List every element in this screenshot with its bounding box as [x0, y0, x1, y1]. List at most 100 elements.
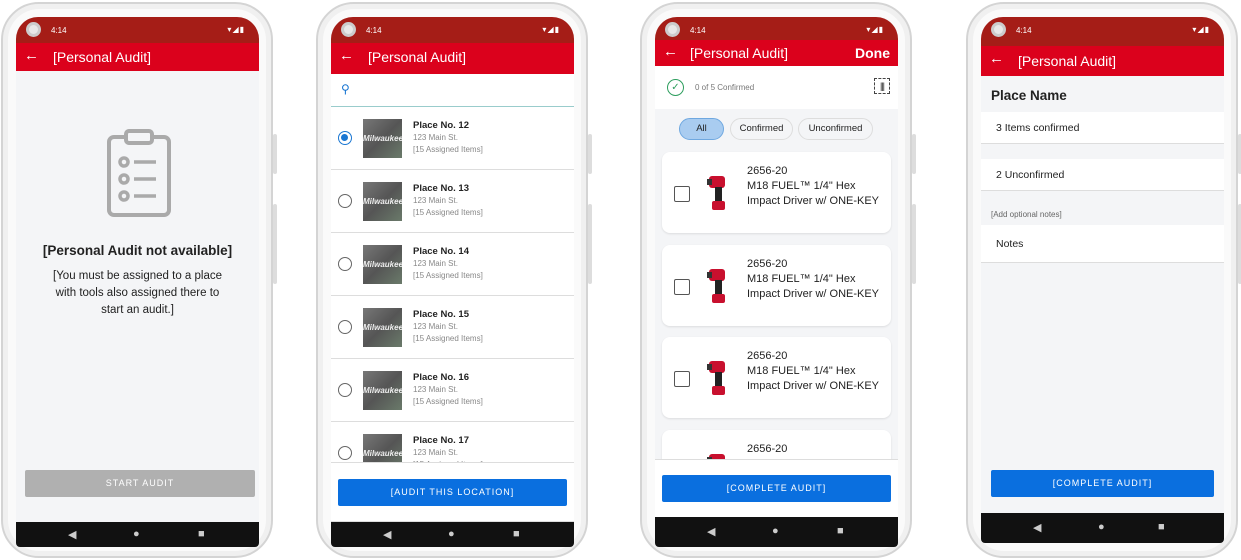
- impact-driver-image: [707, 176, 725, 210]
- search-bar[interactable]: ⚲: [331, 74, 574, 107]
- filter-chips: All Confirmed Unconfirmed: [655, 118, 898, 142]
- done-button[interactable]: Done: [855, 45, 890, 61]
- place-list-item[interactable]: Milwaukee Place No. 13 123 Main St. [15 A…: [331, 170, 574, 233]
- unavailable-heading: [Personal Audit not available]: [42, 243, 233, 258]
- phone-frame-1: 4:14 ▾◢▮ ← [Personal Audit] [Personal Audi…: [1, 2, 277, 558]
- tool-card[interactable]: 2656-20 M18 FUEL™ 1/4" Hex Impact Driver …: [662, 244, 891, 326]
- page-title: [Personal Audit]: [690, 45, 789, 61]
- nav-back-icon[interactable]: ◀: [707, 525, 715, 538]
- app-bar: ← [Personal Audit] Done: [655, 40, 898, 66]
- confirmed-text: 3 Items confirmed: [996, 122, 1080, 134]
- complete-audit-button[interactable]: [COMPLETE AUDIT]: [662, 475, 891, 502]
- notes-field[interactable]: Notes: [981, 225, 1224, 263]
- confirm-checkbox[interactable]: [674, 371, 690, 387]
- search-icon: ⚲: [341, 82, 350, 96]
- place-name: Place No. 15: [413, 309, 469, 320]
- page-title: [Personal Audit]: [368, 49, 467, 65]
- address: 123 Main St.: [413, 322, 458, 331]
- place-name: Place No. 14: [413, 246, 469, 257]
- tool-info: 2656-20 M18 FUEL™ 1/4" Hex Impact Driver …: [747, 257, 882, 302]
- barcode-scan-icon[interactable]: |||: [874, 78, 890, 94]
- message-line: with tools also assigned there to: [55, 287, 220, 299]
- nav-home-icon[interactable]: ●: [133, 528, 140, 540]
- confirmed-summary: 3 Items confirmed: [981, 112, 1224, 144]
- nav-back-icon[interactable]: ◀: [1033, 521, 1041, 534]
- place-name: Place No. 13: [413, 183, 469, 194]
- status-bar: 4:14 ▾◢▮: [16, 17, 259, 43]
- search-input[interactable]: [361, 80, 561, 95]
- android-nav-bar: ◀ ● ■: [981, 513, 1224, 543]
- complete-audit-button[interactable]: [COMPLETE AUDIT]: [991, 470, 1214, 497]
- tool-sku: 2656-20: [747, 350, 788, 362]
- back-arrow-icon[interactable]: ←: [339, 47, 354, 64]
- place-list-item[interactable]: Milwaukee Place No. 12 123 Main St. [15 A…: [331, 107, 574, 170]
- place-list-item[interactable]: Milwaukee Place No. 14 123 Main St. [15 A…: [331, 233, 574, 296]
- tool-sku: 2656-20: [747, 165, 788, 177]
- nav-recents-icon[interactable]: ■: [1158, 521, 1165, 533]
- place-radio[interactable]: [338, 257, 352, 271]
- camera-icon: [341, 22, 356, 37]
- back-arrow-icon[interactable]: ←: [24, 47, 39, 64]
- app-bar: ← [Personal Audit]: [981, 46, 1224, 76]
- place-list-item[interactable]: Milwaukee Place No. 16 123 Main St. [15 A…: [331, 359, 574, 422]
- nav-home-icon[interactable]: ●: [1098, 521, 1105, 533]
- nav-back-icon[interactable]: ◀: [68, 528, 76, 541]
- phone-frame-3: 4:14 ▾◢▮ ← [Personal Audit] Done ✓ 0 of 5 C…: [640, 2, 916, 558]
- place-name: Place No. 17: [413, 435, 469, 446]
- place-thumbnail: Milwaukee: [363, 245, 402, 284]
- unconfirmed-summary[interactable]: 2 Unconfirmed: [981, 159, 1224, 191]
- address: 123 Main St.: [413, 133, 458, 142]
- place-radio[interactable]: [338, 383, 352, 397]
- status-time: 4:14: [51, 26, 67, 35]
- notes-label: [Add optional notes]: [991, 210, 1062, 219]
- nav-home-icon[interactable]: ●: [448, 528, 455, 540]
- place-address: 123 Main St. [15 Assigned Items]: [413, 321, 483, 345]
- assigned-items: [15 Assigned Items]: [413, 271, 483, 280]
- place-address: 123 Main St. [15 Assigned Items]: [413, 384, 483, 408]
- screen-audit-unavailable: 4:14 ▾◢▮ ← [Personal Audit] [Personal Audi…: [16, 17, 259, 547]
- tool-info: 2656-20 M18 FUEL™ 1/4" Hex Impact Driver …: [747, 349, 882, 394]
- nav-home-icon[interactable]: ●: [772, 525, 779, 537]
- place-radio[interactable]: [338, 446, 352, 460]
- back-arrow-icon[interactable]: ←: [989, 50, 1004, 67]
- place-radio[interactable]: [338, 131, 352, 145]
- nav-recents-icon[interactable]: ■: [513, 528, 520, 540]
- screen-audit-summary: 4:14 ▾◢▮ ← [Personal Audit] Place Name 3 I…: [981, 17, 1224, 543]
- place-address: 123 Main St. [15 Assigned Items]: [413, 132, 483, 156]
- status-time: 4:14: [1016, 26, 1032, 35]
- place-radio[interactable]: [338, 320, 352, 334]
- nav-recents-icon[interactable]: ■: [837, 525, 844, 537]
- tool-name: M18 FUEL™ 1/4" Hex Impact Driver w/ ONE-…: [747, 272, 880, 300]
- assigned-items: [15 Assigned Items]: [413, 397, 483, 406]
- place-list-item[interactable]: Milwaukee Place No. 15 123 Main St. [15 A…: [331, 296, 574, 359]
- back-arrow-icon[interactable]: ←: [663, 43, 678, 60]
- android-nav-bar: ◀ ● ■: [16, 522, 259, 547]
- place-radio[interactable]: [338, 194, 352, 208]
- signal-battery-icon: ▾◢▮: [866, 25, 884, 34]
- tool-card[interactable]: 2656-20 M18 FUEL™ 1/4" Hex Impact Driver …: [662, 337, 891, 418]
- nav-recents-icon[interactable]: ■: [198, 528, 205, 540]
- signal-battery-icon: ▾◢▮: [227, 25, 245, 34]
- status-time: 4:14: [690, 26, 706, 35]
- confirm-checkbox[interactable]: [674, 186, 690, 202]
- place-address: 123 Main St. [15 Assigned Items]: [413, 195, 483, 219]
- assigned-items: [15 Assigned Items]: [413, 334, 483, 343]
- tool-card[interactable]: 2656-20 M18 FUEL™ 1/4" Hex Impact Driver …: [662, 152, 891, 233]
- progress-header: ✓ 0 of 5 Confirmed |||: [655, 66, 898, 109]
- android-nav-bar: ◀ ● ■: [331, 522, 574, 547]
- filter-confirmed[interactable]: Confirmed: [730, 118, 793, 140]
- screen-select-location: 4:14 ▾◢▮ ← [Personal Audit] ⚲ Milwaukee Pl…: [331, 17, 574, 547]
- filter-all[interactable]: All: [679, 118, 724, 140]
- confirm-checkbox[interactable]: [674, 278, 690, 295]
- impact-driver-image: [707, 361, 725, 395]
- audit-this-location-button[interactable]: [AUDIT THIS LOCATION]: [338, 479, 567, 506]
- tool-info: 2656-20: [747, 442, 882, 457]
- check-circle-icon: ✓: [667, 79, 684, 96]
- start-audit-button[interactable]: START AUDIT: [25, 470, 255, 497]
- assigned-items: [15 Assigned Items]: [413, 208, 483, 217]
- notes-placeholder: Notes: [996, 238, 1024, 250]
- nav-back-icon[interactable]: ◀: [383, 528, 391, 541]
- clipboard-icon: [107, 129, 171, 217]
- impact-driver-image: [707, 268, 725, 303]
- filter-unconfirmed[interactable]: Unconfirmed: [798, 118, 873, 140]
